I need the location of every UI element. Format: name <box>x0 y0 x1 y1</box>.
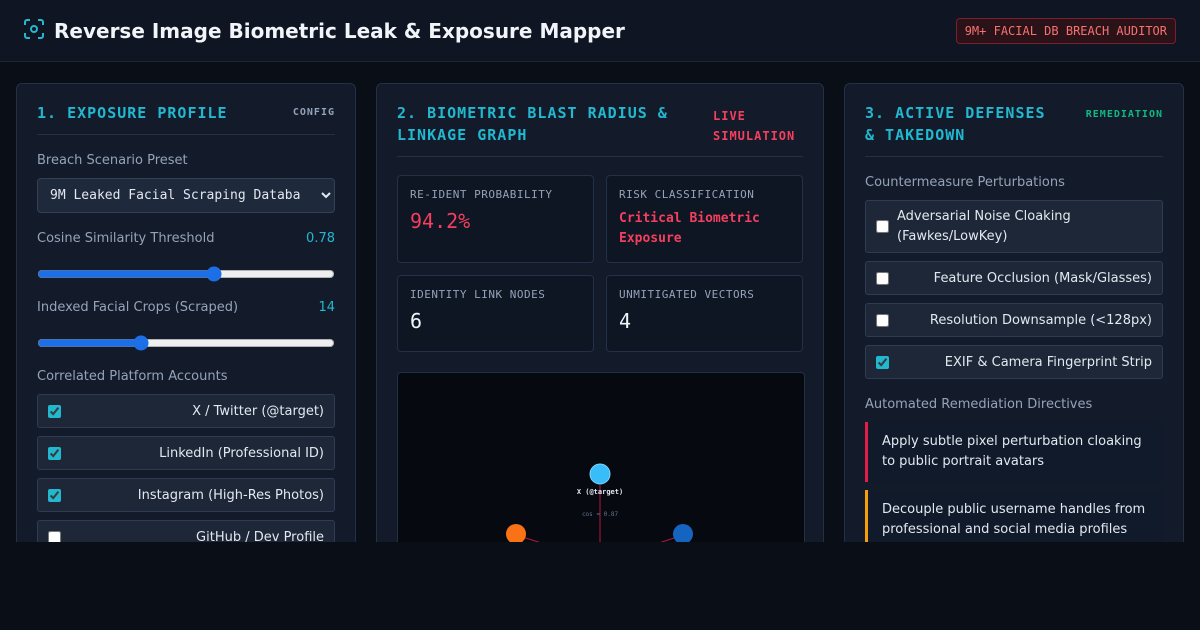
app-header: Reverse Image Biometric Leak & Exposure … <box>0 0 1200 62</box>
countermeasure-item[interactable]: Adversarial Noise Cloaking (Fawkes/LowKe… <box>865 200 1163 253</box>
crops-slider[interactable] <box>37 335 335 351</box>
blast-panel-header: 2. BIOMETRIC BLAST RADIUS & LINKAGE GRAP… <box>397 102 803 157</box>
graph-edge-label: cos ≈ 0.87 <box>582 511 619 518</box>
graph-node-target[interactable] <box>589 463 611 485</box>
countermeasures-list: Adversarial Noise Cloaking (Fawkes/LowKe… <box>865 200 1163 379</box>
account-item-label: Instagram (High-Res Photos) <box>137 487 324 503</box>
stats-grid: RE-IDENT PROBABILITY 94.2% RISK CLASSIFI… <box>397 175 803 352</box>
similarity-value: 0.78 <box>306 231 335 246</box>
reident-value: 94.2% <box>410 209 471 233</box>
active-defenses-panel: 3. ACTIVE DEFENSES & TAKEDOWN REMEDIATIO… <box>844 83 1184 542</box>
nodes-label: IDENTITY LINK NODES <box>410 288 546 301</box>
account-item[interactable]: GitHub / Dev Profile <box>37 520 335 542</box>
breach-preset-select[interactable]: 9M Leaked Facial Scraping Databa <box>37 178 335 213</box>
accounts-label: Correlated Platform Accounts <box>37 369 228 384</box>
live-simulation-tag: LIVE SIMULATION <box>713 109 796 143</box>
directive-item: Decouple public username handles from pr… <box>865 490 1163 542</box>
countermeasure-item-checkbox[interactable] <box>876 313 889 327</box>
nodes-value: 6 <box>410 309 423 333</box>
graph-node-right[interactable] <box>673 524 693 542</box>
blast-radius-panel: 2. BIOMETRIC BLAST RADIUS & LINKAGE GRAP… <box>376 83 824 542</box>
main-stage: 1. EXPOSURE PROFILE CONFIG Breach Scenar… <box>0 62 1200 542</box>
reident-label: RE-IDENT PROBABILITY <box>410 188 553 201</box>
risk-card: RISK CLASSIFICATION Critical Biometric E… <box>606 175 803 263</box>
exposure-panel-title: 1. EXPOSURE PROFILE <box>37 104 228 122</box>
vectors-card: UNMITIGATED VECTORS 4 <box>606 275 803 352</box>
account-item-checkbox[interactable] <box>48 404 61 418</box>
directives-label: Automated Remediation Directives <box>865 397 1093 412</box>
account-item-label: LinkedIn (Professional ID) <box>159 445 324 461</box>
account-item[interactable]: X / Twitter (@target) <box>37 394 335 428</box>
blast-panel-title: 2. BIOMETRIC BLAST RADIUS & LINKAGE GRAP… <box>397 104 668 144</box>
crops-row: Indexed Facial Crops (Scraped) 14 <box>37 300 335 315</box>
reident-card: RE-IDENT PROBABILITY 94.2% <box>397 175 594 263</box>
defenses-panel-title: 3. ACTIVE DEFENSES & TAKEDOWN <box>865 104 1046 144</box>
countermeasure-item-checkbox[interactable] <box>876 271 889 285</box>
account-item-checkbox[interactable] <box>48 530 61 542</box>
countermeasure-item-label: Resolution Downsample (<128px) <box>929 312 1152 328</box>
breach-auditor-badge: 9M+ FACIAL DB BREACH AUDITOR <box>955 17 1176 44</box>
countermeasure-item-label: Adversarial Noise Cloaking (Fawkes/LowKe… <box>897 208 1071 244</box>
account-item[interactable]: LinkedIn (Professional ID) <box>37 436 335 470</box>
similarity-slider[interactable] <box>37 266 335 282</box>
countermeasures-label: Countermeasure Perturbations <box>865 175 1065 190</box>
nodes-card: IDENTITY LINK NODES 6 <box>397 275 594 352</box>
account-item-checkbox[interactable] <box>48 446 61 460</box>
brand: Reverse Image Biometric Leak & Exposure … <box>24 18 625 43</box>
similarity-label: Cosine Similarity Threshold <box>37 231 215 246</box>
countermeasure-item-checkbox[interactable] <box>876 220 889 233</box>
crops-value: 14 <box>318 300 335 315</box>
preset-label: Breach Scenario Preset <box>37 153 188 168</box>
risk-label: RISK CLASSIFICATION <box>619 188 755 201</box>
defenses-panel-header: 3. ACTIVE DEFENSES & TAKEDOWN REMEDIATIO… <box>865 102 1163 157</box>
face-scan-icon <box>24 18 44 43</box>
countermeasure-item-label: EXIF & Camera Fingerprint Strip <box>944 354 1152 370</box>
risk-value: Critical Biometric Exposure <box>619 211 760 246</box>
app-title: Reverse Image Biometric Leak & Exposure … <box>54 18 625 43</box>
graph-node-label: X (@target) <box>577 488 623 496</box>
countermeasure-item[interactable]: Resolution Downsample (<128px) <box>865 303 1163 337</box>
remediation-tag: REMEDIATION <box>1085 109 1163 120</box>
account-item-checkbox[interactable] <box>48 488 61 502</box>
account-item-label: GitHub / Dev Profile <box>196 529 324 543</box>
config-tag: CONFIG <box>292 107 335 118</box>
exposure-profile-panel: 1. EXPOSURE PROFILE CONFIG Breach Scenar… <box>16 83 356 542</box>
countermeasure-item-checkbox[interactable] <box>876 355 889 369</box>
account-item[interactable]: Instagram (High-Res Photos) <box>37 478 335 512</box>
linkage-graph[interactable]: X (@target) cos ≈ 0.87 <box>397 372 805 542</box>
directive-item: Apply subtle pixel perturbation cloaking… <box>865 422 1163 482</box>
linkage-graph-svg: X (@target) cos ≈ 0.87 <box>506 463 693 542</box>
vectors-label: UNMITIGATED VECTORS <box>619 288 755 301</box>
countermeasure-item-label: Feature Occlusion (Mask/Glasses) <box>933 270 1152 286</box>
account-item-label: X / Twitter (@target) <box>192 403 324 419</box>
countermeasure-item[interactable]: EXIF & Camera Fingerprint Strip <box>865 345 1163 379</box>
exposure-panel-header: 1. EXPOSURE PROFILE CONFIG <box>37 102 335 135</box>
directives-list: Apply subtle pixel perturbation cloaking… <box>865 422 1163 542</box>
crops-label: Indexed Facial Crops (Scraped) <box>37 300 239 315</box>
countermeasure-item[interactable]: Feature Occlusion (Mask/Glasses) <box>865 261 1163 295</box>
similarity-row: Cosine Similarity Threshold 0.78 <box>37 231 335 246</box>
accounts-list: X / Twitter (@target) LinkedIn (Professio… <box>37 394 335 542</box>
graph-node-left[interactable] <box>506 524 526 542</box>
vectors-value: 4 <box>619 309 632 333</box>
